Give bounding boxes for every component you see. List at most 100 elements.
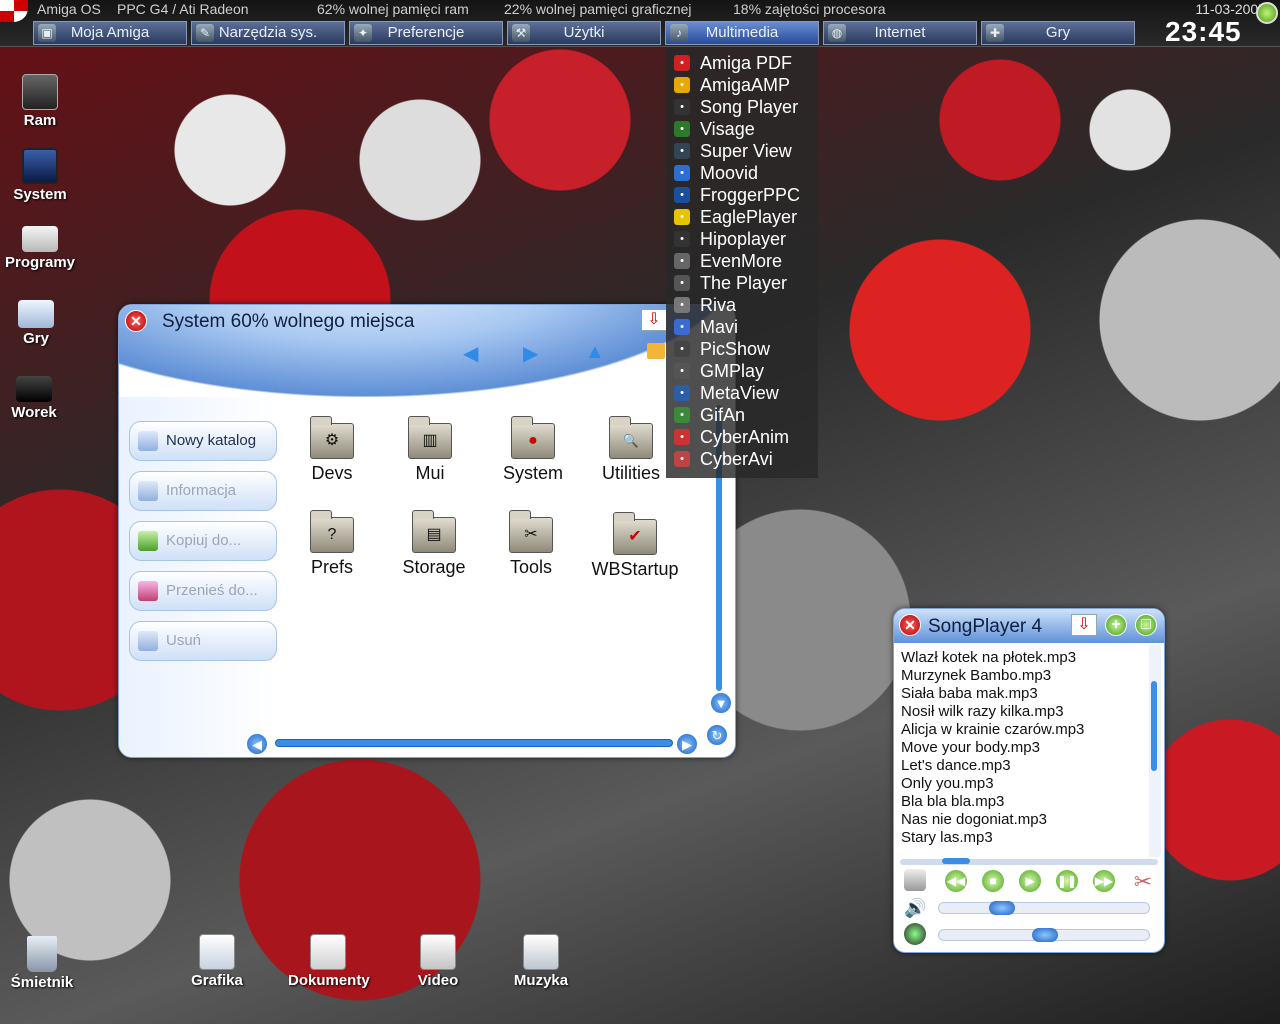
new-folder-button[interactable]: Nowy katalog <box>129 421 277 461</box>
folder-storage[interactable]: ▤ Storage <box>391 510 477 578</box>
desktop-icon-muzyka[interactable]: Muzyka <box>501 934 581 989</box>
playlist-item[interactable]: Nas nie dogoniat.mp3 <box>901 811 1143 829</box>
app-icon: • <box>674 187 690 203</box>
menu-item-eagleplayer[interactable]: • EaglePlayer <box>670 206 818 228</box>
scroll-thumb[interactable] <box>1151 681 1157 771</box>
folder-devs[interactable]: ⚙ Devs <box>289 416 375 484</box>
pause-button[interactable]: ❚❚ <box>1055 869 1079 893</box>
menu-item-cyberanim[interactable]: • CyberAnim <box>670 426 818 448</box>
position-thumb[interactable] <box>942 858 970 864</box>
menu-item-the-player[interactable]: • The Player <box>670 272 818 294</box>
menu-internet[interactable]: ◍ Internet <box>823 21 977 45</box>
volume-knob[interactable] <box>989 901 1016 915</box>
menu-uzytki[interactable]: ⚒ Użytki <box>507 21 661 45</box>
next-button[interactable]: ▶▶ <box>1092 869 1116 893</box>
desktop-icon-worek[interactable]: Worek <box>0 376 74 421</box>
menu-item-gmplay[interactable]: • GMPlay <box>670 360 818 382</box>
maximize-icon[interactable]: □ <box>1135 614 1157 636</box>
menu-narzedzia[interactable]: ✎ Narzędzia sys. <box>191 21 345 45</box>
playlist-item[interactable]: Bla bla bla.mp3 <box>901 793 1143 811</box>
folder-prefs[interactable]: ? Prefs <box>289 510 375 578</box>
folder-mui[interactable]: ▥ Mui <box>387 416 473 484</box>
refresh-icon[interactable]: ↻ <box>706 724 728 746</box>
menu-preferencje[interactable]: ✦ Preferencje <box>349 21 503 45</box>
folder-utilities[interactable]: 🔍 Utilities <box>588 416 674 484</box>
menu-item-moovid[interactable]: • Moovid <box>670 162 818 184</box>
playlist-item[interactable]: Nosił wilk razy kilka.mp3 <box>901 703 1143 721</box>
cpu-usage-label: 18% zajętości procesora <box>733 1 886 17</box>
balance-knob[interactable] <box>1032 928 1058 942</box>
desktop-icon-programy[interactable]: Programy <box>0 226 80 271</box>
desktop-icon-smietnik[interactable]: Śmietnik <box>2 936 82 991</box>
menu-item-amiga-pdf[interactable]: • Amiga PDF <box>670 52 818 74</box>
playlist-item[interactable]: Stary las.mp3 <box>901 829 1143 847</box>
desktop-icon-video[interactable]: Video <box>398 934 478 989</box>
menu-item-hipoplayer[interactable]: • Hipoplayer <box>670 228 818 250</box>
folder-icon[interactable] <box>647 343 665 359</box>
menu-item-visage[interactable]: • Visage <box>670 118 818 140</box>
close-icon[interactable]: ✕ <box>125 310 147 332</box>
position-slider[interactable] <box>900 858 1158 865</box>
close-icon[interactable]: ✕ <box>899 614 921 636</box>
menu-item-cyberavi[interactable]: • CyberAvi <box>670 448 818 470</box>
balance-slider[interactable] <box>938 928 1150 942</box>
move-to-button[interactable]: Przenieś do... <box>129 571 277 611</box>
add-icon[interactable]: + <box>1105 614 1127 636</box>
stop-button[interactable]: ■ <box>981 869 1005 893</box>
play-button[interactable]: ▶ <box>1018 869 1042 893</box>
settings-tools-icon[interactable]: ✂ <box>1130 869 1156 895</box>
playlist-item[interactable]: Move your body.mp3 <box>901 739 1143 757</box>
playlist-item[interactable]: Alicja w krainie czarów.mp3 <box>901 721 1143 739</box>
folder-system[interactable]: ● System <box>490 416 576 484</box>
playlist-item[interactable]: Let's dance.mp3 <box>901 757 1143 775</box>
folder-tools[interactable]: ✂ Tools <box>488 510 574 578</box>
file-icon[interactable] <box>904 869 926 891</box>
menu-item-amigaamp[interactable]: • AmigaAMP <box>670 74 818 96</box>
songplayer-titlebar[interactable]: ✕ SongPlayer 4 ⇩ + □ <box>894 609 1164 643</box>
desktop-icon-dokumenty[interactable]: Dokumenty <box>288 934 370 989</box>
horizontal-scrollbar[interactable] <box>275 739 673 747</box>
menu-item-gifan[interactable]: • GifAn <box>670 404 818 426</box>
desktop-icon-grafika[interactable]: Grafika <box>177 934 257 989</box>
menu-item-froggerppc[interactable]: • FroggerPPC <box>670 184 818 206</box>
menu-item-song-player[interactable]: • Song Player <box>670 96 818 118</box>
desktop-icon-system[interactable]: System <box>0 148 80 203</box>
folder-wbstartup[interactable]: ✔ WBStartup <box>585 512 685 580</box>
scroll-left-icon[interactable]: ◀ <box>246 733 268 755</box>
new-folder-icon <box>138 431 158 451</box>
menu-gry[interactable]: ✚ Gry <box>981 21 1135 45</box>
copy-to-button[interactable]: Kopiuj do... <box>129 521 277 561</box>
playlist-item[interactable]: Murzynek Bambo.mp3 <box>901 667 1143 685</box>
desktop-icon-ram[interactable]: Ram <box>0 74 80 129</box>
power-toggle-icon[interactable] <box>1256 2 1278 24</box>
boing-ball-icon[interactable] <box>0 0 28 22</box>
scroll-down-icon[interactable]: ▼ <box>710 692 732 714</box>
menu-item-picshow[interactable]: • PicShow <box>670 338 818 360</box>
info-button[interactable]: Informacja <box>129 471 277 511</box>
back-arrow-icon[interactable]: ◀ <box>463 341 478 366</box>
iconify-icon[interactable]: ⇩ <box>1071 614 1097 636</box>
volume-slider[interactable] <box>938 901 1150 915</box>
menu-multimedia[interactable]: ♪ Multimedia <box>665 21 819 45</box>
desktop-icon-gry[interactable]: Gry <box>0 300 76 347</box>
playlist-item[interactable]: Only you.mp3 <box>901 775 1143 793</box>
video-docs-icon <box>420 934 456 970</box>
system-window-titlebar[interactable]: ✕ System 60% wolnego miejsca ⇩ ◀ ▶ ▲ <box>119 305 735 397</box>
playlist-scrollbar[interactable] <box>1149 645 1161 857</box>
menu-item-evenmore[interactable]: • EvenMore <box>670 250 818 272</box>
playlist[interactable]: Wlazł kotek na płotek.mp3 Murzynek Bambo.… <box>897 645 1147 857</box>
menu-item-metaview[interactable]: • MetaView <box>670 382 818 404</box>
delete-button[interactable]: Usuń <box>129 621 277 661</box>
iconify-icon[interactable]: ⇩ <box>641 309 667 331</box>
menu-item-riva[interactable]: • Riva <box>670 294 818 316</box>
scroll-right-icon[interactable]: ▶ <box>676 733 698 755</box>
parent-arrow-icon[interactable]: ▲ <box>585 341 605 364</box>
folder-icon: ? <box>310 510 354 553</box>
playlist-item[interactable]: Wlazł kotek na płotek.mp3 <box>901 649 1143 667</box>
menu-item-super-view[interactable]: • Super View <box>670 140 818 162</box>
playlist-item[interactable]: Siała baba mak.mp3 <box>901 685 1143 703</box>
previous-button[interactable]: ◀◀ <box>944 869 968 893</box>
menu-moja-amiga[interactable]: ▣ Moja Amiga <box>33 21 187 45</box>
menu-item-mavi[interactable]: • Mavi <box>670 316 818 338</box>
forward-arrow-icon[interactable]: ▶ <box>523 341 538 366</box>
